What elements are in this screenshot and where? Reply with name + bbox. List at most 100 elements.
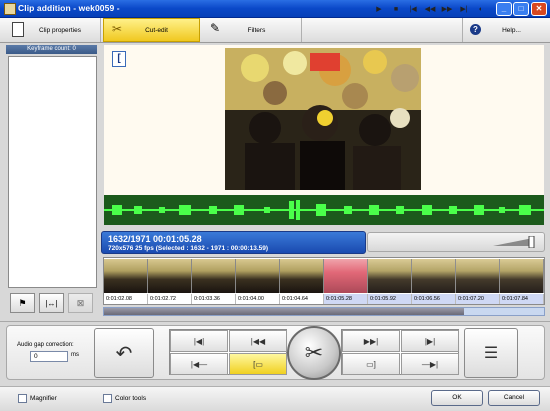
flag-icon: ⚑ [18,297,27,308]
ok-button[interactable]: OK [431,390,483,406]
speaker-icon: ◐ [478,6,484,13]
trim-start-icon: |◀— [190,359,208,369]
move-keyframe-button[interactable]: |↔| [39,293,64,313]
keyframe-count-header: Keyframe count: 0 [6,45,97,54]
resize-horizontal-icon: |↔| [45,298,58,308]
undo-icon: ↶ [115,342,133,365]
go-end-icon: ▶▶| [363,336,379,346]
volume-slider[interactable] [493,235,539,249]
set-in-point-button[interactable]: [ [112,51,126,67]
timecode-label: 0:01:07.84 [500,294,544,304]
timecode-label: 0:01:06.56 [412,294,456,304]
scissors-icon: ✂ [112,22,123,36]
help-icon: ? [470,24,481,35]
magnifier-checkbox[interactable] [18,394,27,403]
mark-out-button[interactable]: ▭] [342,353,400,375]
tab-filters-label: Filters [247,26,266,34]
fast-forward-button[interactable]: ▶▶ [440,3,454,16]
step-back-button[interactable]: |◀ [406,3,420,16]
rewind-button[interactable]: ◀◀ [423,3,437,16]
cut-right-group: ▶▶| |▶| ▭] —▶| [341,329,459,375]
audio-gap-label: Audio gap correction: [17,342,74,348]
mark-out-icon: ▭] [366,359,376,369]
clip-details: 720x576 25 fps (Selected : 1632 - 1971 :… [108,245,269,252]
delete-icon: ⊠ [76,297,85,308]
filmstrip-thumbnail[interactable] [236,259,280,293]
clip-info-panel: 1632/1971 00:01:05.28 720x576 25 fps (Se… [101,231,366,254]
cut-button[interactable]: ✂ [287,326,341,380]
toolbar: Clip properties ✂ Cut-edit ✎ Filters ? H… [0,18,550,43]
filmstrip-thumbnail[interactable] [412,259,456,293]
stop-icon: ■ [393,6,399,13]
timecode-label: 0:01:05.92 [368,294,412,304]
audio-gap-input[interactable]: 0 [30,351,68,362]
fast-forward-icon: ▶▶ [441,6,453,13]
tab-filters[interactable]: ✎ Filters [202,18,302,42]
filmstrip-thumbnail[interactable] [280,259,324,293]
divider [0,321,550,322]
delete-keyframe-button[interactable]: ⊠ [68,293,93,313]
app-icon [4,3,16,15]
edit-icon: ✎ [210,21,221,35]
maximize-button[interactable]: □ [513,2,529,16]
help-label: Help... [502,26,521,34]
mark-in-button[interactable]: [▭ [229,353,287,375]
filmstrip-thumbnail[interactable] [324,259,368,293]
keyframe-list[interactable] [8,56,97,288]
filmstrip-thumbnail[interactable] [456,259,500,293]
set-start-button[interactable]: |◀| [170,330,228,352]
set-end-icon: |▶| [424,336,436,346]
set-end-button[interactable]: |▶| [401,330,459,352]
filmstrip-thumbnail[interactable] [104,259,148,293]
frame-time-readout: 1632/1971 00:01:05.28 [108,234,202,244]
video-preview [225,48,421,190]
color-tools-checkbox[interactable] [103,394,112,403]
minimize-button[interactable]: _ [496,2,512,16]
step-forward-button[interactable]: ▶| [457,3,471,16]
tab-clip-properties-label: Clip properties [39,26,81,34]
help-button[interactable]: ? Help... [462,18,550,42]
timeline-scroll-thumb[interactable] [104,308,464,315]
play-icon: ▶ [376,6,382,13]
timecode-label: 0:01:07.20 [456,294,500,304]
magnifier-label: Magnifier [30,395,57,402]
go-start-icon: |◀◀ [250,336,266,346]
undo-cut-button[interactable]: ↶ [94,328,154,378]
tab-cut-edit-label: Cut-edit [145,26,168,34]
filmstrip-thumbnail[interactable] [148,259,192,293]
stop-button[interactable]: ■ [389,3,403,16]
tab-cut-edit[interactable]: ✂ Cut-edit [103,18,200,42]
scissors-icon: ✂ [304,340,324,365]
filmstrip-thumbnail[interactable] [192,259,236,293]
rewind-icon: ◀◀ [424,6,436,13]
color-tools-label: Color tools [115,395,147,402]
add-keyframe-button[interactable]: ⚑ [10,293,35,313]
play-button[interactable]: ▶ [372,3,386,16]
document-icon [12,22,24,37]
set-start-icon: |◀| [193,336,205,346]
trim-start-button[interactable]: |◀— [170,353,228,375]
audio-waveform [104,195,544,225]
cut-left-group: |◀| |◀◀ |◀— [▭ [169,329,287,375]
trim-end-button[interactable]: —▶| [401,353,459,375]
close-button[interactable]: ✕ [531,2,547,16]
timecode-label: 0:01:02.72 [148,294,192,304]
cancel-button[interactable]: Cancel [488,390,540,406]
mute-button[interactable]: ◐ [474,3,488,16]
timecode-label: 0:01:04.00 [236,294,280,304]
filmstrip-thumbnail[interactable] [368,259,412,293]
mark-in-icon: [▭ [253,359,263,369]
step-forward-icon: ▶| [460,6,468,13]
list-icon: ☰ [483,345,499,362]
tab-clip-properties[interactable]: Clip properties [0,18,101,42]
trim-end-icon: —▶| [421,359,439,369]
filmstrip-thumbnail[interactable] [500,259,544,293]
cut-list-button[interactable]: ☰ [464,328,518,378]
timeline-filmstrip[interactable]: 0:01:02.08 0:01:02.72 0:01:03.36 0:01:04.00… [103,257,545,305]
step-back-icon: |◀ [409,6,417,13]
go-start-button[interactable]: |◀◀ [229,330,287,352]
window-title: Clip addition - wek0059 - [18,3,120,13]
go-end-button[interactable]: ▶▶| [342,330,400,352]
audio-gap-unit: ms [71,352,79,358]
timecode-label: 0:01:04.64 [280,294,324,304]
